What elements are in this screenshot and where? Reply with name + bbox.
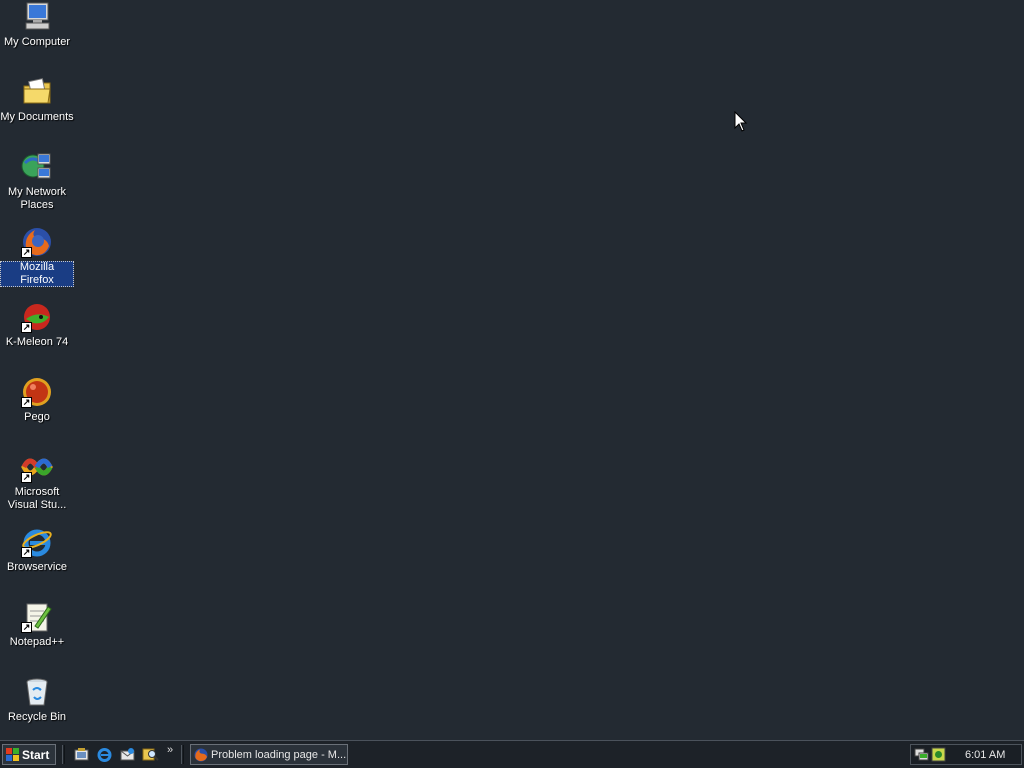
desktop-icon-label: My Documents <box>0 111 74 123</box>
desktop-icon-label: Recycle Bin <box>7 711 67 723</box>
desktop-icon-label: Microsoft Visual Stu... <box>7 486 67 511</box>
security-tray-icon[interactable] <box>931 747 946 762</box>
desktop-icon-my-computer[interactable]: My Computer <box>0 0 74 72</box>
desktop-icon-label: K-Meleon 74 <box>5 336 69 348</box>
desktop-icon-label: Browservice <box>7 561 67 573</box>
desktop-icon-my-network-places[interactable]: My Network Places <box>0 150 74 222</box>
desktop-icon-mozilla-firefox[interactable]: ↗ Mozilla Firefox <box>0 225 74 297</box>
outlook-express-icon[interactable] <box>119 746 136 763</box>
firefox-icon: ↗ <box>21 226 53 258</box>
search-icon[interactable] <box>142 746 159 763</box>
start-label: Start <box>22 747 50 762</box>
mouse-pointer-icon <box>734 111 748 132</box>
toolbar-separator <box>62 745 65 764</box>
desktop-icon-label: My Computer <box>3 36 71 48</box>
system-tray: 6:01 AM <box>910 744 1022 765</box>
my-documents-folder-icon <box>21 76 53 108</box>
taskbar-button-firefox[interactable]: Problem loading page - M... <box>190 744 348 765</box>
desktop-icon-label: Pego <box>24 411 50 423</box>
visual-studio-icon: ↗ <box>21 451 53 483</box>
k-meleon-icon: ↗ <box>21 301 53 333</box>
toolbar-separator <box>181 745 184 764</box>
desktop[interactable]: My Computer My Documents My Network Plac… <box>0 0 1024 740</box>
desktop-icon-recycle-bin[interactable]: Recycle Bin <box>0 675 74 747</box>
shortcut-arrow-icon: ↗ <box>21 247 32 258</box>
shortcut-arrow-icon: ↗ <box>21 397 32 408</box>
shortcut-arrow-icon: ↗ <box>21 622 32 633</box>
internet-explorer-icon[interactable] <box>96 746 113 763</box>
shortcut-arrow-icon: ↗ <box>21 547 32 558</box>
my-computer-icon <box>21 1 53 33</box>
desktop-icon-k-meleon[interactable]: ↗ K-Meleon 74 <box>0 300 74 372</box>
windows-flag-icon <box>6 748 19 761</box>
pego-icon: ↗ <box>21 376 53 408</box>
desktop-icon-my-documents[interactable]: My Documents <box>0 75 74 147</box>
internet-explorer-icon: ↗ <box>21 526 53 558</box>
shortcut-arrow-icon: ↗ <box>21 472 32 483</box>
shortcut-arrow-icon: ↗ <box>21 322 32 333</box>
quick-launch-overflow-button[interactable]: » <box>167 744 173 756</box>
desktop-icon-label: Mozilla Firefox <box>0 261 74 287</box>
desktop-icon-visual-studio[interactable]: ↗ Microsoft Visual Stu... <box>0 450 74 522</box>
desktop-icon-label: Notepad++ <box>9 636 65 648</box>
show-desktop-icon[interactable] <box>73 746 90 763</box>
taskbar-button-label: Problem loading page - M... <box>211 748 347 761</box>
firefox-icon <box>194 748 208 761</box>
clock[interactable]: 6:01 AM <box>965 749 1005 761</box>
network-tray-icon[interactable] <box>914 747 929 762</box>
taskbar: Start » Problem loading page - M... 6:01… <box>0 740 1024 768</box>
notepad-plus-plus-icon: ↗ <box>21 601 53 633</box>
desktop-icon-notepad-plus-plus[interactable]: ↗ Notepad++ <box>0 600 74 672</box>
desktop-icon-pego[interactable]: ↗ Pego <box>0 375 74 447</box>
network-places-icon <box>21 151 53 183</box>
desktop-icon-browservice[interactable]: ↗ Browservice <box>0 525 74 597</box>
recycle-bin-icon <box>21 676 53 708</box>
start-button[interactable]: Start <box>2 744 56 765</box>
desktop-icon-label: My Network Places <box>7 186 67 211</box>
